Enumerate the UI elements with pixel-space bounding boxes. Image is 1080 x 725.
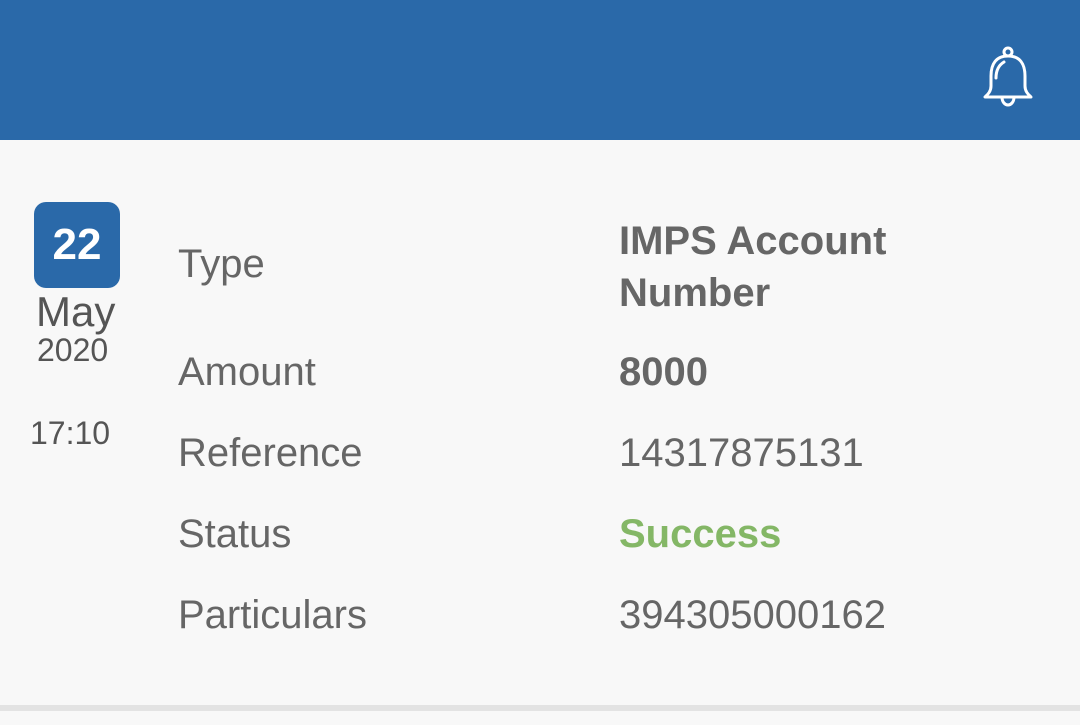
notifications-button[interactable] (974, 38, 1042, 118)
bell-icon (983, 46, 1033, 107)
transaction-detail-screen: 22 May 2020 17:10 Type IMPS Account Numb… (0, 0, 1080, 725)
particulars-label: Particulars (178, 593, 367, 637)
reference-label: Reference (178, 431, 363, 475)
status-value: Success (619, 512, 782, 556)
amount-label: Amount (178, 350, 316, 394)
reference-value: 14317875131 (619, 431, 864, 475)
type-label: Type (178, 242, 265, 286)
transaction-time: 17:10 (30, 415, 111, 451)
date-day: 22 (52, 220, 102, 269)
status-label: Status (178, 512, 292, 556)
particulars-value: 394305000162 (619, 593, 886, 637)
date-month: May (36, 288, 116, 335)
app-header (0, 0, 1080, 140)
type-value: IMPS Account Number (619, 219, 887, 315)
date-day-badge: 22 (34, 202, 120, 288)
date-year: 2020 (37, 332, 109, 368)
next-card-top (0, 711, 1080, 725)
amount-value: 8000 (619, 350, 708, 394)
